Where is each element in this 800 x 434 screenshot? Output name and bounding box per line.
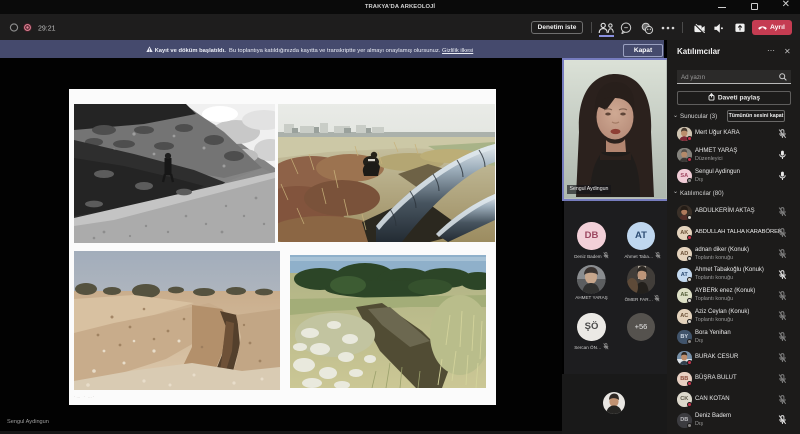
svg-text:29:21: 29:21 xyxy=(38,26,56,33)
